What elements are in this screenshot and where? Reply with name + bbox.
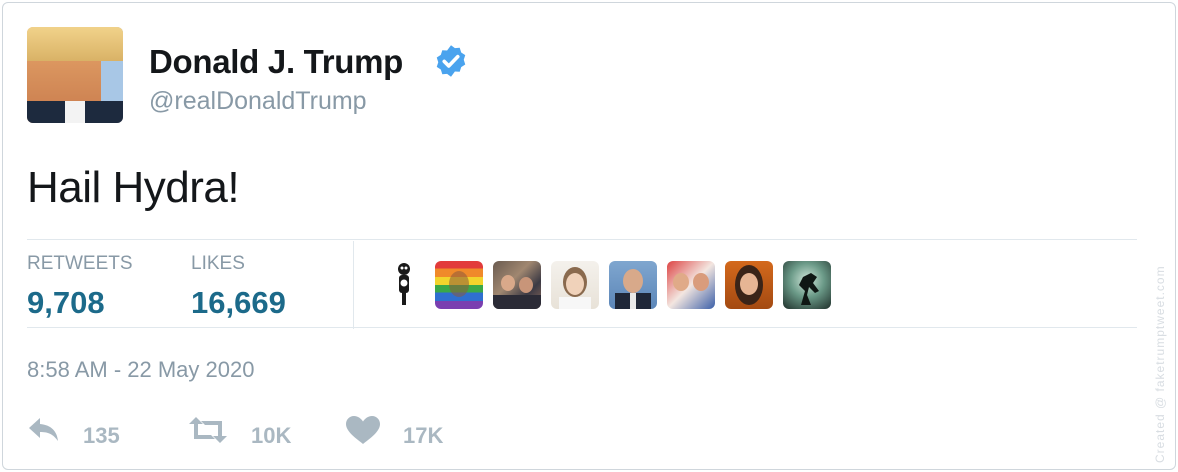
like-button[interactable]: 17K xyxy=(345,415,465,451)
author-name[interactable]: Donald J. Trump xyxy=(149,43,403,81)
woman-portrait-avatar[interactable] xyxy=(551,261,599,309)
watermark-text: Created @ faketrumptweet.com xyxy=(1153,265,1167,463)
reply-button[interactable]: 135 xyxy=(27,415,137,451)
author-avatar[interactable] xyxy=(27,27,123,123)
retweet-count: 10K xyxy=(251,423,292,448)
retweets-count[interactable]: 9,708 xyxy=(27,285,105,321)
reply-icon xyxy=(29,418,58,441)
retweets-label[interactable]: RETWEETS xyxy=(27,253,133,275)
woman-dark-hair-avatar[interactable] xyxy=(725,261,773,309)
likes-label[interactable]: LIKES xyxy=(191,253,245,275)
two-people-avatar[interactable] xyxy=(667,261,715,309)
retweet-button[interactable]: 10K xyxy=(187,415,307,451)
divider-top xyxy=(27,239,1137,240)
kit-cat-clock-avatar[interactable] xyxy=(389,261,419,309)
verified-badge-icon xyxy=(436,45,466,77)
tweet-card: Donald J. Trump @realDonaldTrump Hail Hy… xyxy=(2,2,1176,470)
divider-bottom xyxy=(27,327,1137,328)
heart-icon xyxy=(346,416,380,444)
crowd-photo-avatar[interactable] xyxy=(493,261,541,309)
fighter-silhouette-avatar[interactable] xyxy=(783,261,831,309)
retweet-icon xyxy=(189,417,227,443)
stats-divider xyxy=(353,241,354,329)
avatar-shirt xyxy=(65,101,85,123)
man-in-suit-avatar[interactable] xyxy=(609,261,657,309)
author-handle[interactable]: @realDonaldTrump xyxy=(149,87,367,116)
tweet-text: Hail Hydra! xyxy=(27,163,240,212)
rainbow-flag-avatar[interactable] xyxy=(435,261,483,309)
avatar-hair xyxy=(27,27,123,61)
like-count: 17K xyxy=(403,423,444,448)
reply-count: 135 xyxy=(83,423,120,448)
likes-count[interactable]: 16,669 xyxy=(191,285,286,321)
tweet-timestamp[interactable]: 8:58 AM - 22 May 2020 xyxy=(27,357,254,383)
